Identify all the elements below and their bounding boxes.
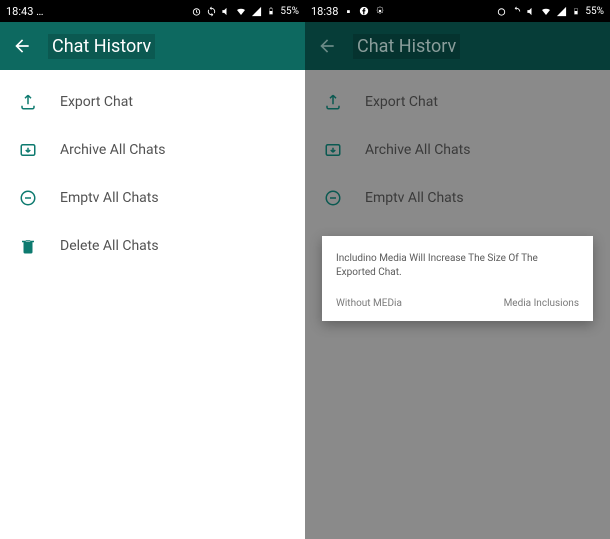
status-time-area: 18:38 ▪ xyxy=(311,5,386,18)
status-bar: 18:38 ▪ xyxy=(305,0,610,22)
status-icons: 55% xyxy=(495,5,604,17)
signal-icon xyxy=(250,5,262,17)
battery-icon xyxy=(265,5,277,17)
volume-icon xyxy=(525,5,537,17)
export-icon xyxy=(18,92,38,112)
menu-item-delete[interactable]: Delete All Chats xyxy=(0,222,305,270)
app-bar: Chat Historv xyxy=(305,22,610,70)
volume-icon xyxy=(220,5,232,17)
status-icons: 55% xyxy=(190,5,299,17)
menu-label: Export Chat xyxy=(60,94,133,110)
delete-icon xyxy=(18,236,38,256)
facebook-icon xyxy=(358,5,370,17)
app-title: Chat Historv xyxy=(48,34,155,59)
app-title: Chat Historv xyxy=(353,34,460,59)
status-time-area: 18:43 … xyxy=(6,5,43,18)
menu-label: Delete All Chats xyxy=(60,238,159,254)
sync-icon xyxy=(510,5,522,17)
menu-label: Archive All Chats xyxy=(60,142,165,158)
menu-item-export[interactable]: Export Chat xyxy=(0,78,305,126)
settings-icon xyxy=(374,5,386,17)
screen-left: 18:43 … 55% xyxy=(0,0,305,539)
archive-icon xyxy=(323,140,343,160)
media-inclusions-button[interactable]: Media Inclusions xyxy=(504,298,579,309)
export-dialog: Includino Media Will Increase The Size O… xyxy=(322,236,593,321)
alarm-icon xyxy=(190,5,202,17)
back-button[interactable] xyxy=(317,36,337,56)
empty-icon xyxy=(323,188,343,208)
battery-icon xyxy=(570,5,582,17)
screen-right: 18:38 ▪ xyxy=(305,0,610,539)
menu-list: Export Chat Archive All Chats Emptv All … xyxy=(0,70,305,270)
menu-label: Emptv All Chats xyxy=(365,190,464,206)
menu-item-export[interactable]: Export Chat xyxy=(305,78,610,126)
dialog-actions: Without MEDia Media Inclusions xyxy=(336,298,579,309)
menu-label: Emptv All Chats xyxy=(60,190,159,206)
status-time: 18:38 xyxy=(311,5,338,18)
dialog-message: Includino Media Will Increase The Size O… xyxy=(336,252,579,280)
without-media-button[interactable]: Without MEDia xyxy=(336,298,402,309)
menu-label: Archive All Chats xyxy=(365,142,470,158)
back-button[interactable] xyxy=(12,36,32,56)
status-bar: 18:43 … 55% xyxy=(0,0,305,22)
sync-icon xyxy=(205,5,217,17)
alarm-icon xyxy=(495,5,507,17)
battery-percent: 55% xyxy=(585,6,604,17)
menu-item-empty[interactable]: Emptv All Chats xyxy=(0,174,305,222)
notification-icon: ▪ xyxy=(342,5,354,17)
export-icon xyxy=(323,92,343,112)
archive-icon xyxy=(18,140,38,160)
empty-icon xyxy=(18,188,38,208)
menu-item-archive[interactable]: Archive All Chats xyxy=(0,126,305,174)
menu-item-empty[interactable]: Emptv All Chats xyxy=(305,174,610,222)
battery-percent: 55% xyxy=(280,6,299,17)
menu-item-archive[interactable]: Archive All Chats xyxy=(305,126,610,174)
wifi-icon xyxy=(235,5,247,17)
menu-label: Export Chat xyxy=(365,94,438,110)
signal-icon xyxy=(555,5,567,17)
status-time: 18:43 … xyxy=(6,5,43,18)
app-bar: Chat Historv xyxy=(0,22,305,70)
wifi-icon xyxy=(540,5,552,17)
